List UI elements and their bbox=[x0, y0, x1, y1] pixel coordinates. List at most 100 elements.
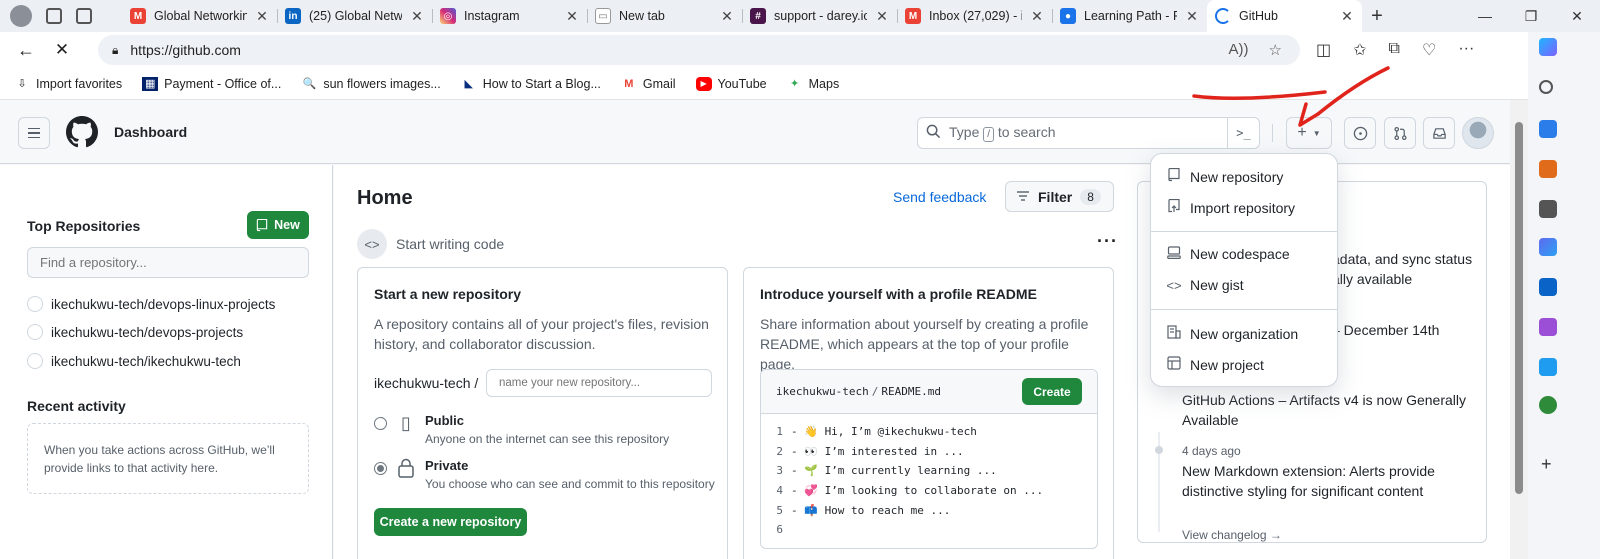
shopping-icon[interactable] bbox=[1539, 120, 1557, 138]
loading-icon: ◐ bbox=[1215, 8, 1231, 24]
repo-link[interactable]: ikechukwu-tech/ikechukwu-tech bbox=[27, 353, 241, 369]
public-radio[interactable] bbox=[374, 417, 387, 430]
tab-title: New tab bbox=[619, 9, 665, 23]
bookmark-item[interactable]: 🔍 sun flowers images... bbox=[301, 77, 440, 91]
bookmark-item[interactable]: ▶ YouTube bbox=[695, 76, 767, 91]
menu-item-new-project[interactable]: New project bbox=[1166, 356, 1264, 373]
line-number: 5 bbox=[776, 503, 783, 517]
more-menu-icon[interactable]: ··· bbox=[1458, 40, 1474, 60]
close-tab-icon[interactable]: ✕ bbox=[875, 8, 889, 25]
bookmark-item[interactable]: ◣ How to Start a Blog... bbox=[461, 77, 601, 91]
repo-name[interactable]: ikechukwu-tech/ikechukwu-tech bbox=[51, 354, 241, 369]
url-field[interactable]: 🔒︎ https://github.com A)) ☆ bbox=[98, 35, 1300, 65]
read-aloud-icon[interactable]: A)) bbox=[1229, 41, 1249, 59]
profile-icon[interactable] bbox=[10, 5, 32, 27]
inbox-icon[interactable] bbox=[1423, 117, 1455, 149]
tab-actions-icon[interactable] bbox=[76, 8, 92, 24]
copilot-icon[interactable] bbox=[1539, 38, 1557, 56]
url-text[interactable]: https://github.com bbox=[130, 42, 241, 58]
new-tab-button[interactable]: + bbox=[1362, 5, 1392, 28]
changelog-item-text[interactable]: GitHub Actions – Artifacts v4 is now Gen… bbox=[1182, 390, 1472, 430]
line-number: 4 bbox=[776, 484, 783, 498]
recent-activity-text: provide links to that activity here. bbox=[44, 461, 219, 475]
send-feedback-link[interactable]: Send feedback bbox=[893, 189, 986, 205]
close-tab-icon[interactable]: ✕ bbox=[720, 8, 734, 25]
browser-tab[interactable]: ▭ New tab ✕ bbox=[587, 0, 742, 32]
import-icon: ⇩ bbox=[17, 78, 27, 90]
favorite-star-icon[interactable]: ☆ bbox=[1269, 41, 1282, 59]
favorites-icon[interactable]: ✩ bbox=[1353, 40, 1366, 60]
visibility-private-option[interactable]: Private You choose who can see and commit… bbox=[374, 458, 715, 491]
menu-icon[interactable] bbox=[18, 117, 50, 149]
close-window-icon[interactable]: ✕ bbox=[1554, 8, 1600, 25]
browser-tab[interactable]: M Global Networkin ✕ bbox=[122, 0, 277, 32]
repo-name[interactable]: ikechukwu-tech/devops-linux-projects bbox=[51, 297, 275, 312]
project-icon bbox=[1166, 356, 1182, 373]
gmail-icon: M bbox=[624, 77, 634, 90]
view-changelog-link[interactable]: View changelog → bbox=[1182, 528, 1282, 542]
browser-tab[interactable]: M Inbox (27,029) - i ✕ bbox=[897, 0, 1052, 32]
browser-essentials-icon[interactable]: ♡ bbox=[1422, 40, 1436, 60]
card-description: A repository contains all of your projec… bbox=[374, 316, 709, 352]
menu-item-new-gist[interactable]: <> New gist bbox=[1166, 277, 1243, 293]
page-title[interactable]: Dashboard bbox=[114, 124, 187, 140]
close-tab-icon[interactable]: ✕ bbox=[1340, 8, 1354, 25]
page-scrollbar[interactable] bbox=[1510, 100, 1528, 559]
browser-tab-active[interactable]: ◐ GitHub ✕ bbox=[1207, 0, 1362, 32]
outlook-icon[interactable] bbox=[1539, 278, 1557, 296]
private-radio[interactable] bbox=[374, 462, 387, 475]
collections-icon[interactable]: ⧉ bbox=[1389, 40, 1400, 60]
menu-item-new-organization[interactable]: New organization bbox=[1166, 325, 1298, 342]
m365-icon[interactable] bbox=[1539, 238, 1557, 256]
bookmark-item[interactable]: ▦ Payment - Office of... bbox=[142, 76, 281, 91]
send-icon[interactable] bbox=[1539, 358, 1557, 376]
browser-tab[interactable]: # support - darey.io ✕ bbox=[742, 0, 897, 32]
avatar[interactable] bbox=[1462, 117, 1494, 149]
browser-tab[interactable]: ● Learning Path - P ✕ bbox=[1052, 0, 1207, 32]
menu-item-new-codespace[interactable]: New codespace bbox=[1166, 246, 1290, 262]
add-sidebar-icon[interactable]: + bbox=[1541, 454, 1552, 475]
create-repository-button[interactable]: Create a new repository bbox=[374, 508, 527, 536]
bookmark-item[interactable]: ⇩ Import favorites bbox=[14, 77, 122, 91]
visibility-public-option[interactable]: ▯ Public Anyone on the internet can see t… bbox=[374, 413, 669, 446]
recent-activity-empty: When you take actions across GitHub, we’… bbox=[27, 423, 309, 494]
bookmark-item[interactable]: M Gmail bbox=[621, 77, 675, 91]
kebab-horizontal-icon[interactable]: ··· bbox=[1097, 231, 1118, 252]
scrollbar-thumb[interactable] bbox=[1515, 122, 1523, 494]
bookmark-item[interactable]: ✦ Maps bbox=[787, 77, 839, 91]
back-icon[interactable]: ← bbox=[8, 40, 44, 61]
close-tab-icon[interactable]: ✕ bbox=[255, 8, 269, 25]
designer-icon[interactable] bbox=[1539, 318, 1557, 336]
restore-icon[interactable]: ❐ bbox=[1508, 8, 1554, 25]
menu-item-new-repository[interactable]: New repository bbox=[1166, 167, 1283, 185]
games-icon[interactable] bbox=[1539, 200, 1557, 218]
minimize-icon[interactable]: — bbox=[1462, 8, 1508, 24]
public-description: Anyone on the internet can see this repo… bbox=[425, 432, 670, 446]
close-tab-icon[interactable]: ✕ bbox=[1030, 8, 1044, 25]
filter-button[interactable]: Filter 8 bbox=[1005, 181, 1114, 212]
stop-loading-icon[interactable]: ✕ bbox=[44, 40, 80, 60]
browser-tab[interactable]: in (25) Global Netw ✕ bbox=[277, 0, 432, 32]
split-screen-icon[interactable]: ◫ bbox=[1316, 40, 1331, 60]
github-logo-icon[interactable] bbox=[66, 116, 98, 148]
tools-icon[interactable] bbox=[1539, 160, 1557, 178]
search-icon[interactable] bbox=[1539, 80, 1553, 94]
close-tab-icon[interactable]: ✕ bbox=[410, 8, 424, 25]
close-tab-icon[interactable]: ✕ bbox=[1185, 8, 1199, 25]
menu-item-import-repository[interactable]: Import repository bbox=[1166, 198, 1295, 216]
browser-tab[interactable]: ◎ Instagram ✕ bbox=[432, 0, 587, 32]
repo-name[interactable]: ikechukwu-tech/devops-projects bbox=[51, 325, 243, 340]
repo-link[interactable]: ikechukwu-tech/devops-projects bbox=[27, 324, 243, 340]
repository-name-input[interactable] bbox=[486, 369, 712, 397]
new-repository-button[interactable]: New bbox=[247, 211, 309, 239]
find-repository-input[interactable] bbox=[27, 247, 309, 278]
tab-title: support - darey.io bbox=[774, 9, 867, 23]
close-tab-icon[interactable]: ✕ bbox=[565, 8, 579, 25]
changelog-item-text[interactable]: New Markdown extension: Alerts provide d… bbox=[1182, 461, 1472, 501]
codespace-icon bbox=[1166, 246, 1182, 262]
lock-icon[interactable]: 🔒︎ bbox=[112, 43, 118, 58]
create-readme-button[interactable]: Create bbox=[1022, 378, 1082, 405]
workspaces-icon[interactable] bbox=[46, 8, 62, 24]
tree-icon[interactable] bbox=[1539, 396, 1557, 414]
repo-link[interactable]: ikechukwu-tech/devops-linux-projects bbox=[27, 296, 275, 312]
